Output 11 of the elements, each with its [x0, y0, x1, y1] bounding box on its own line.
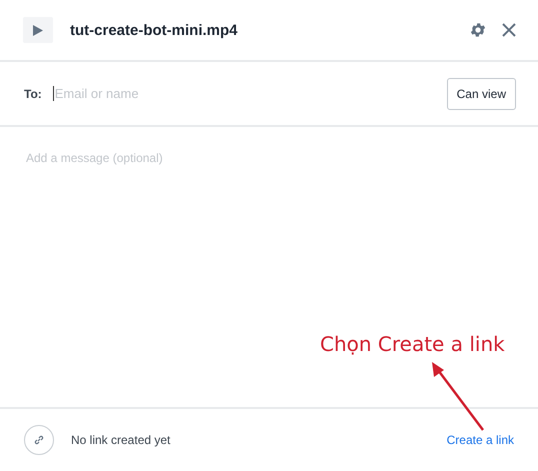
play-icon	[33, 24, 43, 36]
settings-icon[interactable]	[469, 21, 487, 39]
annotation-text: Chọn Create a link	[320, 332, 505, 356]
link-icon	[24, 425, 54, 455]
permission-button[interactable]: Can view	[446, 78, 516, 110]
create-link[interactable]: Create a link	[446, 433, 514, 447]
file-title: tut-create-bot-mini.mp4	[70, 22, 239, 38]
annotation-arrow	[432, 362, 484, 431]
to-label: To:	[24, 86, 42, 100]
close-icon[interactable]	[502, 23, 516, 37]
link-status: No link created yet	[71, 433, 172, 447]
